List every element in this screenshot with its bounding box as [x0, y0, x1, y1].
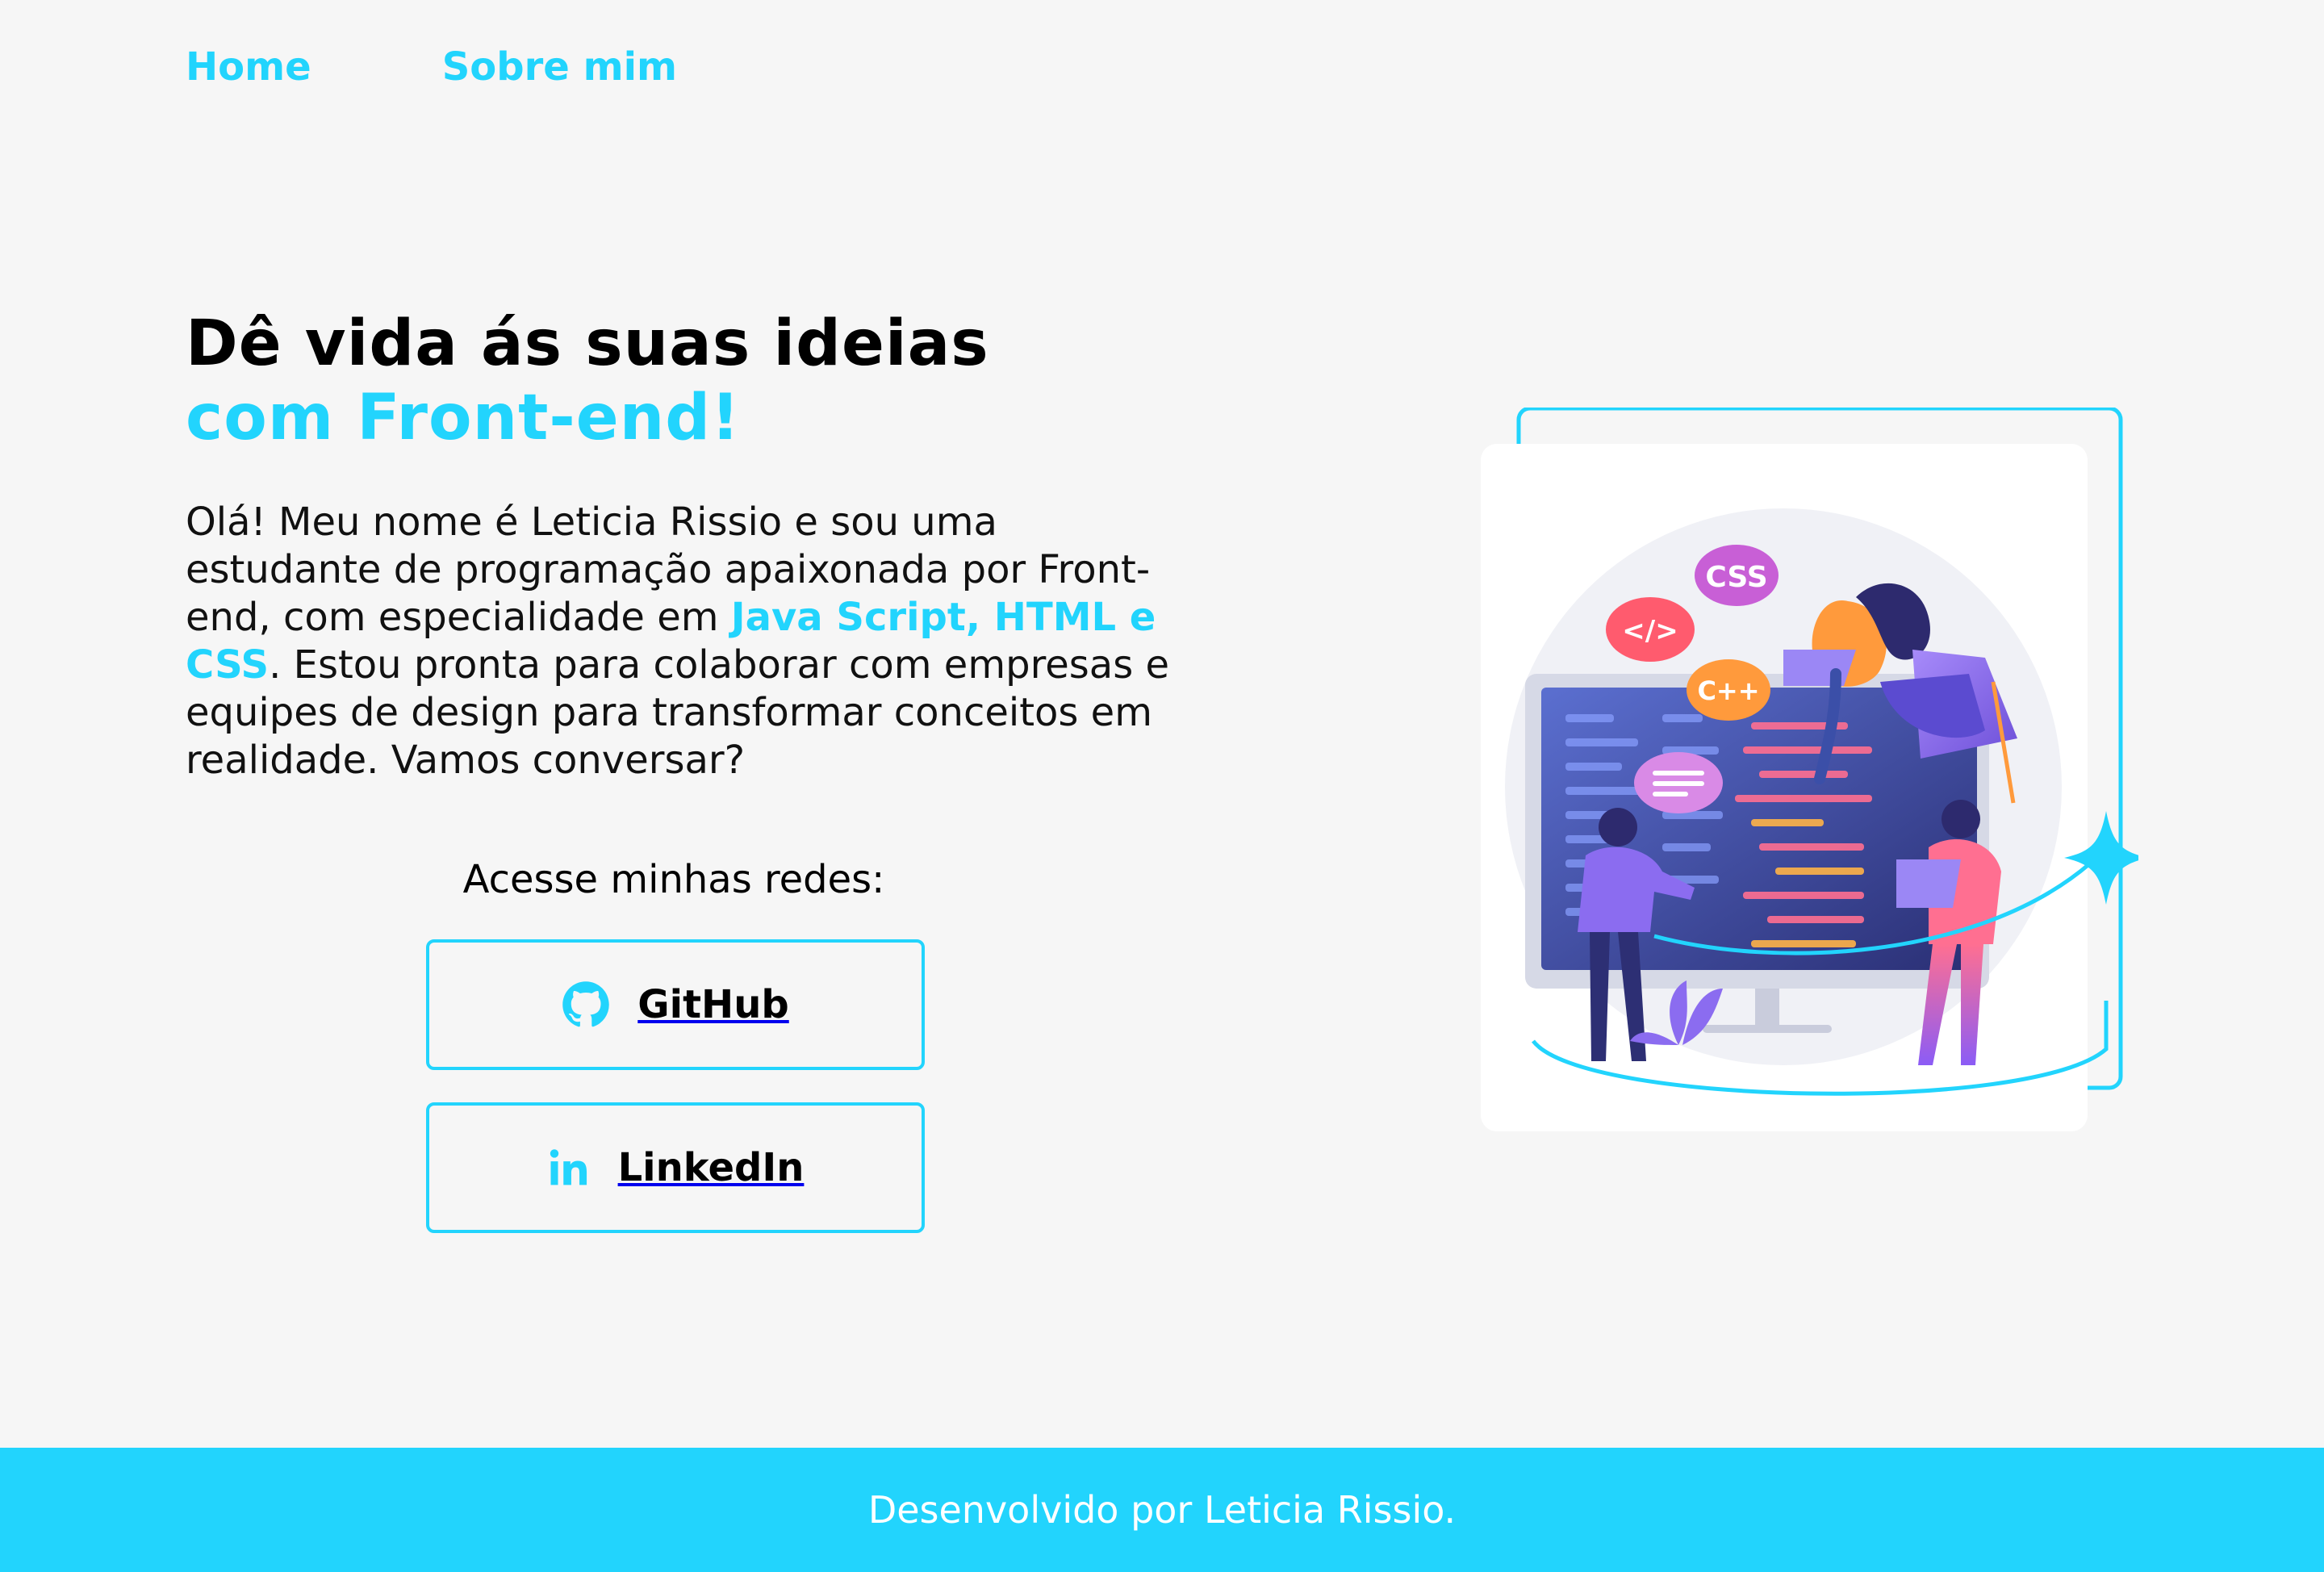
hero-title-line1: Dê vida ás suas ideias [186, 307, 989, 380]
html-badge: </> [1606, 597, 1695, 662]
css-badge: CSS [1695, 545, 1779, 606]
intro-paragraph: Olá! Meu nome é Leticia Rissio e sou uma… [186, 499, 1186, 784]
github-icon [562, 980, 610, 1029]
hero-title: Dê vida ás suas ideias com Front-end! [186, 307, 989, 455]
nav-home-link[interactable]: Home [186, 44, 311, 90]
linkedin-icon [547, 1146, 591, 1189]
svg-text:C++: C++ [1697, 675, 1759, 706]
github-button[interactable]: GitHub [426, 939, 925, 1070]
developer-illustration: CSS </> C++ [1481, 406, 2148, 1131]
svg-text:CSS: CSS [1705, 561, 1767, 594]
linkedin-label: LinkedIn [617, 1145, 805, 1190]
footer-credit: Desenvolvido por Leticia Rissio. [867, 1488, 1457, 1532]
chat-bubble-icon [1634, 752, 1723, 813]
social-label: Acesse minhas redes: [462, 857, 885, 902]
svg-text:</>: </> [1622, 615, 1678, 647]
top-nav: Home Sobre mim [186, 44, 677, 90]
nav-about-link[interactable]: Sobre mim [442, 44, 677, 90]
hero-illustration: CSS </> C++ [1477, 406, 2148, 1134]
github-label: GitHub [637, 982, 789, 1027]
intro-text-end: . Estou pronta para colaborar com empres… [186, 642, 1169, 783]
hero-title-line2: com Front-end! [186, 382, 741, 454]
page: Home Sobre mim Dê vida ás suas ideias co… [0, 0, 2324, 1572]
linkedin-button[interactable]: LinkedIn [426, 1102, 925, 1233]
footer: Desenvolvido por Leticia Rissio. [0, 1448, 2324, 1572]
cpp-badge: C++ [1687, 659, 1770, 721]
